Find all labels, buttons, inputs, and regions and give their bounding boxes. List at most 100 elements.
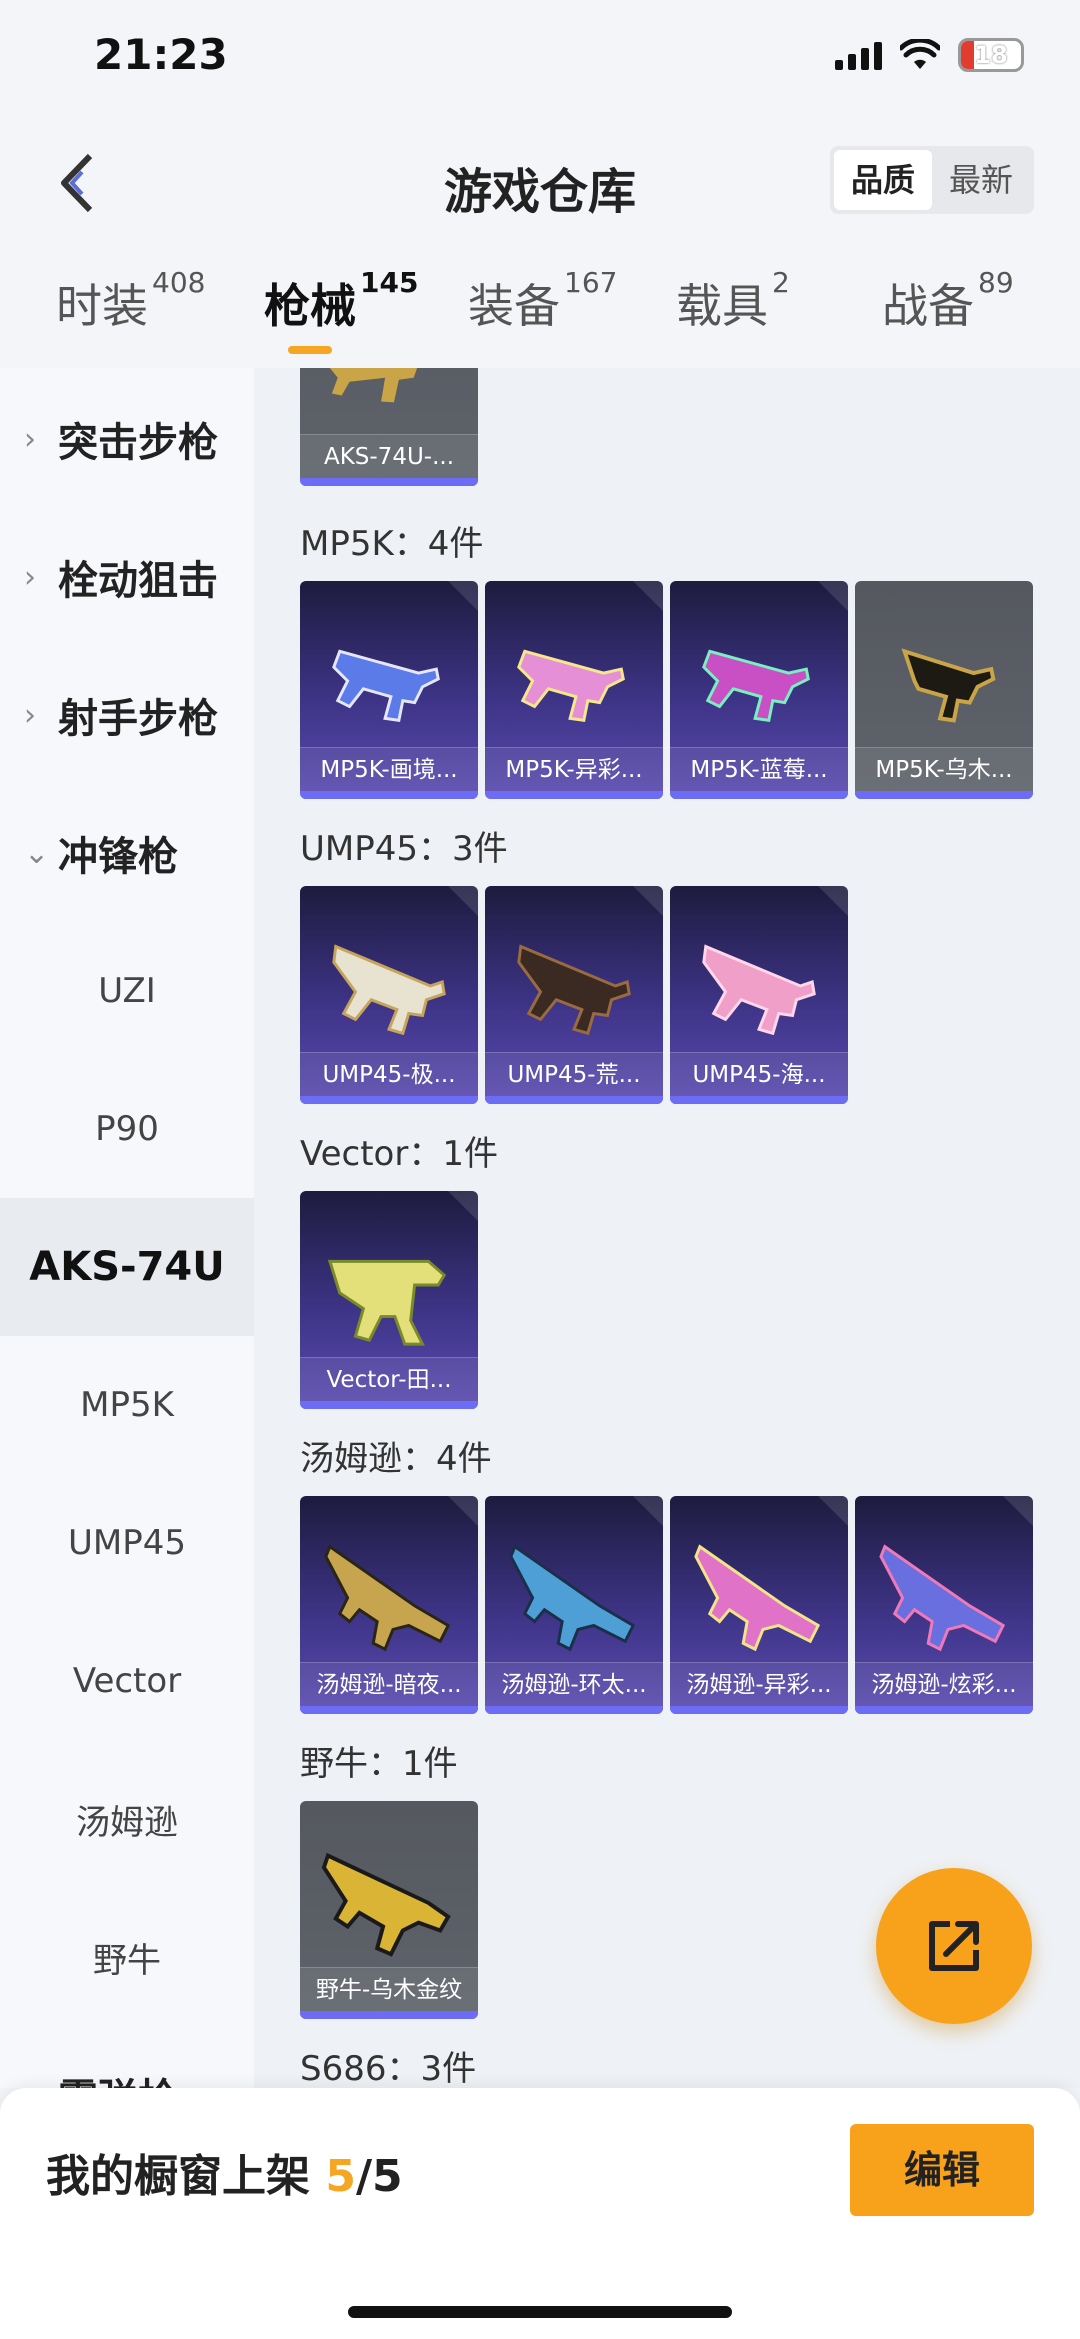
- sidebar-item-mp5k[interactable]: MP5K: [0, 1336, 254, 1474]
- smg-icon: [879, 1544, 1006, 1652]
- weapon-card-label: 汤姆逊-异彩...: [670, 1662, 848, 1706]
- card-corner: [633, 581, 663, 611]
- smg-icon: [324, 1544, 451, 1652]
- sidebar-group-shotgun[interactable]: ›霰弹枪: [0, 2026, 254, 2088]
- weapon-card[interactable]: UMP45-荒...: [485, 886, 663, 1104]
- chevron-right-icon: ›: [24, 559, 36, 595]
- weapon-card[interactable]: 野牛-乌木金纹: [300, 1801, 478, 2019]
- sidebar-group-bolt-sniper[interactable]: › 栓动狙击: [0, 508, 254, 646]
- section-label-thompson: 汤姆逊：4件: [300, 1439, 492, 1479]
- weapon-list: AKS-74U-... MP5K：4件 MP5K-画境... MP5K-异彩..…: [254, 368, 1080, 2088]
- showcase-total: 5: [372, 2151, 403, 2202]
- weapon-card[interactable]: MP5K-蓝莓...: [670, 581, 848, 799]
- chevron-down-icon: ⌄: [24, 835, 50, 871]
- sidebar-item-vector[interactable]: Vector: [0, 1612, 254, 1750]
- weapon-card[interactable]: 汤姆逊-环太...: [485, 1496, 663, 1714]
- weapon-card-label: UMP45-极...: [300, 1052, 478, 1096]
- weapon-card-label: MP5K-乌木...: [855, 747, 1033, 791]
- weapon-card[interactable]: MP5K-乌木...: [855, 581, 1033, 799]
- status-bar: 21:23 18: [0, 0, 1080, 120]
- external-link-icon: [929, 1921, 979, 1971]
- section-label-ump45: UMP45：3件: [300, 829, 508, 869]
- tab-equipment[interactable]: 装备 167: [468, 266, 617, 336]
- rarity-bar: [300, 478, 478, 486]
- smg-icon: [702, 944, 816, 1036]
- weapon-card[interactable]: MP5K-画境...: [300, 581, 478, 799]
- showcase-status: 我的橱窗上架 5/5: [46, 2140, 403, 2204]
- card-corner: [633, 886, 663, 916]
- rarity-bar: [855, 791, 1033, 799]
- sidebar-item-aks74u[interactable]: AKS-74U: [0, 1198, 254, 1336]
- sidebar-item-ump45[interactable]: UMP45: [0, 1474, 254, 1612]
- showcase-separator: /: [355, 2151, 373, 2202]
- rarity-bar: [300, 1401, 478, 1409]
- card-corner: [448, 581, 478, 611]
- share-button[interactable]: [876, 1868, 1032, 2024]
- weapon-card[interactable]: AKS-74U-...: [300, 368, 478, 486]
- rarity-bar: [300, 791, 478, 799]
- smg-icon: [901, 648, 996, 723]
- card-corner: [1003, 1496, 1033, 1526]
- weapon-card-label: AKS-74U-...: [300, 434, 478, 478]
- weapon-card[interactable]: 汤姆逊-异彩...: [670, 1496, 848, 1714]
- sidebar-group-assault-rifle[interactable]: › 突击步枪: [0, 370, 254, 508]
- weapon-card-label: 汤姆逊-暗夜...: [300, 1662, 478, 1706]
- tab-firearms[interactable]: 枪械 145: [264, 266, 418, 336]
- weapon-card-label: UMP45-海...: [670, 1052, 848, 1096]
- sort-toggle: 品质 最新: [830, 146, 1034, 214]
- weapon-card-label: MP5K-画境...: [300, 747, 478, 791]
- weapon-card[interactable]: MP5K-异彩...: [485, 581, 663, 799]
- sidebar-group-marksman-rifle[interactable]: › 射手步枪: [0, 646, 254, 784]
- smg-icon: [509, 1544, 636, 1652]
- showcase-count: 5: [325, 2151, 356, 2202]
- rarity-bar: [855, 1706, 1033, 1714]
- status-time: 21:23: [94, 30, 228, 79]
- rarity-bar: [670, 1096, 848, 1104]
- edit-button[interactable]: 编辑: [850, 2124, 1034, 2216]
- sidebar-item-bizon[interactable]: 野牛: [0, 1888, 254, 2026]
- home-indicator: [348, 2306, 732, 2318]
- card-corner: [448, 1496, 478, 1526]
- sidebar-item-p90[interactable]: P90: [0, 1060, 254, 1198]
- showcase-label: 我的橱窗上架: [46, 2151, 310, 2202]
- active-tab-indicator: [288, 346, 332, 354]
- sort-newest-button[interactable]: 最新: [932, 150, 1030, 210]
- weapon-card[interactable]: 汤姆逊-炫彩...: [855, 1496, 1033, 1714]
- weapon-card[interactable]: UMP45-极...: [300, 886, 478, 1104]
- weapon-card[interactable]: UMP45-海...: [670, 886, 848, 1104]
- smg-icon: [332, 649, 440, 723]
- smg-icon: [694, 1544, 821, 1652]
- weapon-card-label: 野牛-乌木金纹: [300, 1967, 478, 2011]
- card-corner: [633, 1496, 663, 1526]
- smg-icon: [332, 944, 446, 1036]
- bottom-bar: 我的橱窗上架 5/5 编辑: [0, 2088, 1080, 2339]
- weapon-card-label: Vector-田...: [300, 1357, 478, 1401]
- rarity-bar: [300, 1096, 478, 1104]
- section-label-s686: S686：3件: [300, 2049, 477, 2088]
- battery-level: 18: [974, 41, 1008, 69]
- weapon-card[interactable]: 汤姆逊-暗夜...: [300, 1496, 478, 1714]
- tab-vehicles[interactable]: 载具 2: [676, 266, 790, 336]
- card-corner: [818, 581, 848, 611]
- card-corner: [448, 886, 478, 916]
- rarity-bar: [670, 791, 848, 799]
- rarity-bar: [485, 791, 663, 799]
- rarity-bar: [485, 1096, 663, 1104]
- sidebar-group-smg[interactable]: ⌄ 冲锋枪: [0, 784, 254, 922]
- card-corner: [448, 1191, 478, 1221]
- weapon-card[interactable]: Vector-田...: [300, 1191, 478, 1409]
- sort-quality-button[interactable]: 品质: [834, 150, 932, 210]
- weapon-card-label: 汤姆逊-环太...: [485, 1662, 663, 1706]
- rarity-bar: [670, 1706, 848, 1714]
- sidebar: › 突击步枪 › 栓动狙击 › 射手步枪 ⌄ 冲锋枪 UZI P90 AKS-74U M…: [0, 368, 254, 2088]
- chevron-right-icon: ›: [24, 697, 36, 733]
- smg-icon: [327, 1259, 447, 1346]
- sidebar-item-thompson[interactable]: 汤姆逊: [0, 1750, 254, 1888]
- chevron-right-icon: ›: [24, 2078, 36, 2089]
- wifi-icon: [900, 39, 940, 69]
- status-icons: 18: [835, 38, 1024, 72]
- tab-supplies[interactable]: 战备 89: [882, 266, 1014, 336]
- sidebar-item-uzi[interactable]: UZI: [0, 922, 254, 1060]
- tab-fashion[interactable]: 时装 408: [56, 266, 205, 336]
- weapon-card-label: 汤姆逊-炫彩...: [855, 1662, 1033, 1706]
